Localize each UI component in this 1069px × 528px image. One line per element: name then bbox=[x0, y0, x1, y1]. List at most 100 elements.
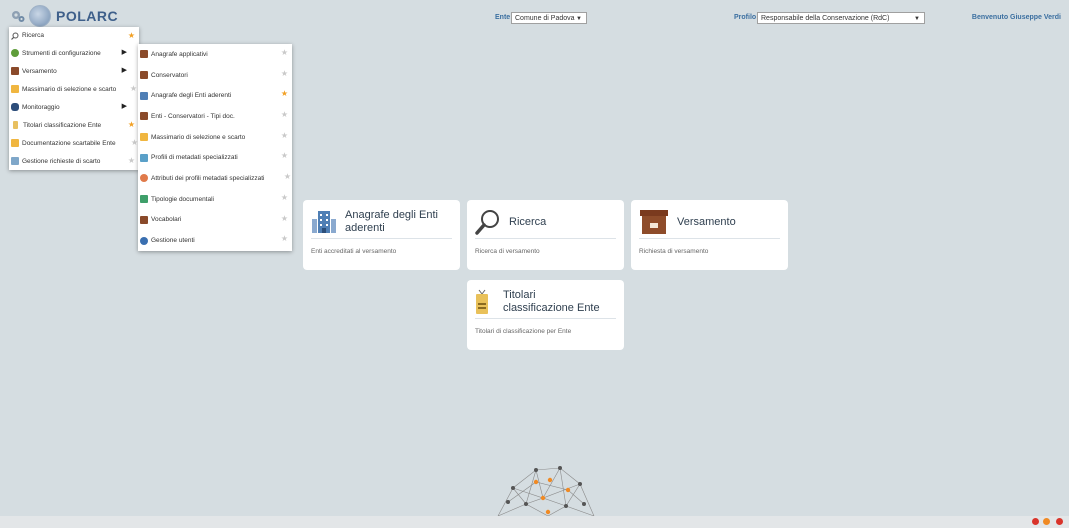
menu-item-label: Gestione richieste di scarto bbox=[22, 157, 101, 165]
card-description: Titolari di classificazione per Ente bbox=[475, 328, 572, 335]
menu-item-label: Massimario di selezione e scarto bbox=[22, 85, 117, 93]
profilo-select[interactable]: Responsabile della Conservazione (RdC) ▼ bbox=[757, 12, 925, 24]
tools-icon bbox=[11, 49, 19, 57]
card-versamento[interactable]: Versamento Richiesta di versamento bbox=[631, 200, 788, 270]
user-icon bbox=[140, 236, 148, 245]
profilo-label: Profilo bbox=[734, 14, 757, 21]
submenu-item-label: Anagrafe degli Enti aderenti bbox=[151, 92, 232, 100]
ente-select-value: Comune di Padova bbox=[515, 15, 575, 22]
favorite-star-icon[interactable]: ★ bbox=[128, 156, 135, 165]
card-title: Anagrafe degli Enti aderenti bbox=[345, 209, 438, 235]
submenu-item-gestione-utenti[interactable]: Gestione utenti ★ bbox=[138, 230, 292, 251]
building-icon bbox=[140, 91, 148, 100]
box-icon bbox=[140, 112, 148, 121]
favorite-star-icon[interactable]: ★ bbox=[281, 214, 288, 223]
status-icon[interactable] bbox=[1032, 518, 1039, 525]
submenu-item-attributi-profili[interactable]: Attributi dei profili metadati specializ… bbox=[138, 168, 292, 189]
menu-item-titolari[interactable]: Titolari classificazione Ente ★ bbox=[9, 116, 139, 134]
screen-icon bbox=[11, 157, 19, 165]
card-title-line2: classificazione Ente bbox=[503, 302, 600, 314]
box-icon bbox=[140, 71, 148, 80]
card-titolari[interactable]: Titolari classificazione Ente Titolari d… bbox=[467, 280, 624, 350]
card-title: Titolari classificazione Ente bbox=[503, 289, 600, 315]
puzzle-icon bbox=[140, 174, 148, 183]
menu-item-documentazione-scartabile[interactable]: Documentazione scartabile Ente ★ bbox=[9, 134, 139, 152]
favorite-star-icon[interactable]: ★ bbox=[281, 131, 288, 140]
card-header: Titolari classificazione Ente bbox=[475, 286, 616, 319]
submenu-item-label: Gestione utenti bbox=[151, 237, 195, 245]
card-description: Richiesta di versamento bbox=[639, 248, 709, 255]
submenu-strumenti-configurazione: Anagrafe applicativi ★ Conservatori ★ An… bbox=[138, 44, 292, 251]
submenu-item-anagrafe-applicativi[interactable]: Anagrafe applicativi ★ bbox=[138, 44, 292, 65]
favorite-star-icon[interactable]: ★ bbox=[128, 120, 135, 129]
menu-item-monitoraggio[interactable]: Monitoraggio ▶ bbox=[9, 98, 139, 116]
menu-item-gestione-richieste-scarto[interactable]: Gestione richieste di scarto ★ bbox=[9, 152, 139, 170]
favorite-star-icon[interactable]: ★ bbox=[281, 110, 288, 119]
chart-icon bbox=[140, 153, 148, 162]
submenu-item-anagrafe-enti[interactable]: Anagrafe degli Enti aderenti ★ bbox=[138, 85, 292, 106]
main-menu: Ricerca ★ Strumenti di configurazione ▶ … bbox=[9, 27, 139, 170]
submenu-item-tipologie-documentali[interactable]: Tipologie documentali ★ bbox=[138, 189, 292, 210]
box-icon bbox=[11, 67, 19, 75]
submenu-item-enti-conservatori-tipi[interactable]: Enti - Conservatori - Tipi doc. ★ bbox=[138, 106, 292, 127]
book-icon bbox=[140, 50, 148, 59]
menu-item-label: Versamento bbox=[22, 67, 57, 75]
card-title: Ricerca bbox=[509, 215, 547, 228]
submenu-item-label: Massimario di selezione e scarto bbox=[151, 133, 246, 141]
favorite-star-icon[interactable]: ★ bbox=[281, 89, 288, 98]
binoculars-icon bbox=[11, 103, 19, 111]
app-title: POLARC bbox=[56, 8, 119, 24]
submenu-item-label: Vocabolari bbox=[151, 216, 182, 224]
folder-icon bbox=[140, 133, 148, 142]
submenu-item-label: Anagrafe applicativi bbox=[151, 50, 208, 58]
box-icon bbox=[640, 210, 668, 234]
submenu-item-profili-metadati[interactable]: Profili di metadati specializzati ★ bbox=[138, 147, 292, 168]
search-icon bbox=[475, 210, 499, 235]
menu-item-label: Documentazione scartabile Ente bbox=[22, 139, 116, 147]
app-logo[interactable]: POLARC bbox=[10, 5, 118, 27]
favorite-star-icon[interactable]: ★ bbox=[284, 172, 291, 181]
welcome-user[interactable]: Benvenuto Giuseppe Verdi bbox=[972, 14, 1061, 21]
card-title-line1: Anagrafe degli Enti bbox=[345, 209, 438, 221]
submenu-item-label: Tipologie documentali bbox=[151, 195, 214, 203]
menu-item-label: Strumenti di configurazione bbox=[22, 49, 101, 57]
favorite-star-icon[interactable]: ★ bbox=[281, 69, 288, 78]
card-description: Enti accreditati al versamento bbox=[311, 248, 397, 255]
menu-item-label: Titolari classificazione Ente bbox=[23, 121, 102, 129]
favorite-star-icon[interactable]: ★ bbox=[131, 138, 138, 147]
dropdown-arrow-icon: ▼ bbox=[914, 16, 920, 22]
menu-item-label: Ricerca bbox=[22, 32, 45, 39]
settings-gear-icon bbox=[12, 11, 25, 22]
notification-icon[interactable] bbox=[1043, 518, 1050, 525]
book-icon bbox=[140, 215, 148, 224]
card-header: Versamento bbox=[639, 206, 780, 239]
alert-icon[interactable] bbox=[1056, 518, 1063, 525]
favorite-star-icon[interactable]: ★ bbox=[281, 234, 288, 243]
card-description: Ricerca di versamento bbox=[475, 248, 540, 255]
globe-icon bbox=[29, 5, 51, 27]
submenu-item-conservatori[interactable]: Conservatori ★ bbox=[138, 65, 292, 86]
menu-item-strumenti-configurazione[interactable]: Strumenti di configurazione ▶ bbox=[9, 44, 139, 62]
submenu-arrow-icon: ▶ bbox=[121, 103, 127, 110]
menu-item-label: Monitoraggio bbox=[22, 103, 60, 111]
submenu-item-massimario[interactable]: Massimario di selezione e scarto ★ bbox=[138, 127, 292, 148]
favorite-star-icon[interactable]: ★ bbox=[128, 31, 135, 40]
submenu-item-label: Conservatori bbox=[151, 71, 188, 79]
menu-item-massimario[interactable]: Massimario di selezione e scarto ★ bbox=[9, 80, 139, 98]
card-title: Versamento bbox=[677, 215, 736, 228]
card-anagrafe-enti[interactable]: Anagrafe degli Enti aderenti Enti accred… bbox=[303, 200, 460, 270]
favorite-star-icon[interactable]: ★ bbox=[130, 84, 137, 93]
card-ricerca[interactable]: Ricerca Ricerca di versamento bbox=[467, 200, 624, 270]
favorite-star-icon[interactable]: ★ bbox=[281, 151, 288, 160]
ente-select[interactable]: Comune di Padova ▼ bbox=[511, 12, 587, 24]
submenu-item-vocabolari[interactable]: Vocabolari ★ bbox=[138, 210, 292, 231]
badge-icon bbox=[13, 121, 18, 129]
menu-item-ricerca[interactable]: Ricerca ★ bbox=[9, 27, 139, 44]
grid-icon bbox=[140, 195, 148, 204]
favorite-star-icon[interactable]: ★ bbox=[281, 193, 288, 202]
menu-item-versamento[interactable]: Versamento ▶ bbox=[9, 62, 139, 80]
card-title-line1: Titolari bbox=[503, 289, 536, 301]
building-icon bbox=[312, 211, 336, 233]
favorite-star-icon[interactable]: ★ bbox=[281, 48, 288, 57]
card-header: Anagrafe degli Enti aderenti bbox=[311, 206, 452, 239]
